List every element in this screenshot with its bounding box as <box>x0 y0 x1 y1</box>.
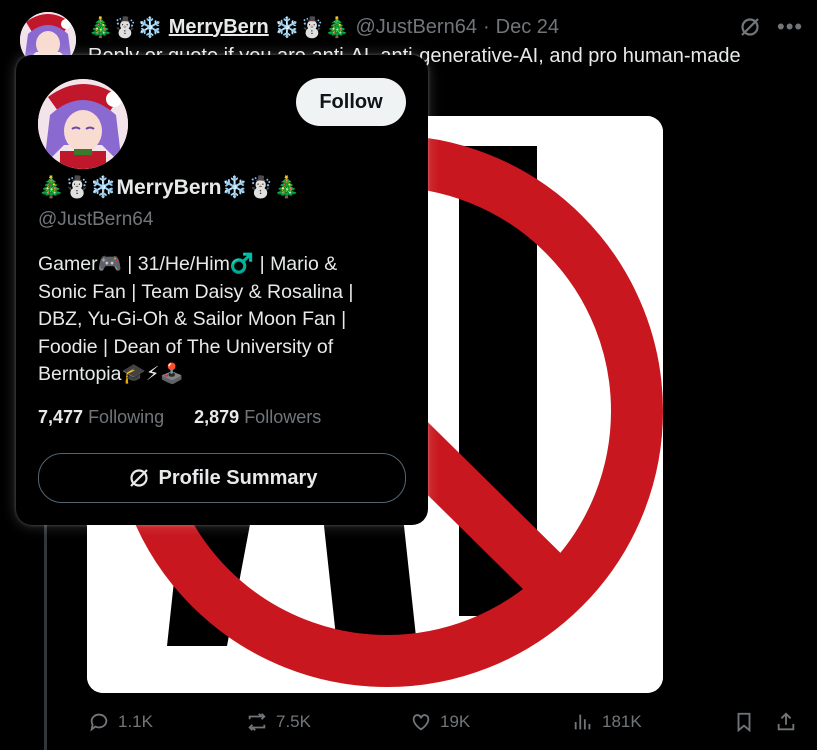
tweet-header: 🎄☃️❄️ MerryBern ❄️☃️🎄 @JustBern64 · Dec … <box>88 14 559 40</box>
following-label: Following <box>88 407 165 427</box>
follow-button[interactable]: Follow <box>296 78 406 126</box>
author-handle[interactable]: @JustBern64 <box>355 16 476 39</box>
name-emoji-left: 🎄☃️❄️ <box>88 16 163 39</box>
bio-line: Sonic Fan | Team Daisy & Rosalina | <box>38 280 354 303</box>
hover-card-bio: Gamer🎮 | 31/He/Him♂️ | Mario & Sonic Fan… <box>38 251 388 389</box>
reply-button[interactable]: 1.1K <box>88 707 153 737</box>
date-separator: · <box>482 15 490 38</box>
tweet-date[interactable]: Dec 24 <box>496 16 559 39</box>
grok-summary-icon <box>129 469 148 487</box>
views-button[interactable]: 181K <box>572 707 642 737</box>
followers-count: 2,879 <box>194 407 240 427</box>
thread-line <box>44 520 47 750</box>
following-link[interactable]: 7,477 Following <box>38 407 164 427</box>
more-icon[interactable]: ••• <box>777 16 803 38</box>
card-name-emoji-left: 🎄☃️❄️ <box>38 176 117 199</box>
bio-line: Foodie | Dean of The University of <box>38 335 334 358</box>
following-count: 7,477 <box>38 407 84 427</box>
like-count: 19K <box>440 712 471 731</box>
grok-icon[interactable] <box>738 15 762 39</box>
followers-label: Followers <box>244 407 322 427</box>
bookmark-button[interactable] <box>733 707 755 737</box>
hover-card-display-name[interactable]: MerryBern <box>116 176 221 199</box>
profile-summary-label: Profile Summary <box>158 466 318 489</box>
card-name-emoji-right: ❄️☃️🎄 <box>221 176 300 199</box>
bookmark-icon <box>737 712 751 733</box>
profile-summary-button[interactable]: Profile Summary <box>38 453 406 503</box>
bio-line: Gamer🎮 | 31/He/Him♂️ | Mario & <box>38 253 338 275</box>
hover-card-handle[interactable]: @JustBern64 <box>38 209 153 231</box>
repost-button[interactable]: 7.5K <box>246 707 311 737</box>
reply-icon <box>90 713 108 732</box>
views-count: 181K <box>602 712 642 731</box>
share-button[interactable] <box>775 707 797 737</box>
bio-line: DBZ, Yu-Gi-Oh & Sailor Moon Fan | <box>38 308 347 330</box>
like-icon <box>412 714 430 731</box>
share-icon <box>777 712 795 731</box>
repost-icon <box>248 713 266 731</box>
bio-line: Berntopia🎓⚡🕹️ <box>38 363 184 385</box>
hover-avatar-image <box>38 79 128 169</box>
like-button[interactable]: 19K <box>410 707 470 737</box>
profile-hover-card: Follow 🎄☃️❄️MerryBern❄️☃️🎄 @JustBern64 G… <box>16 55 428 525</box>
hover-card-avatar[interactable] <box>36 77 130 171</box>
name-emoji-right: ❄️☃️🎄 <box>274 16 350 39</box>
author-display-name[interactable]: MerryBern <box>169 16 269 39</box>
followers-link[interactable]: 2,879 Followers <box>194 407 321 427</box>
repost-count: 7.5K <box>276 712 311 731</box>
hover-card-stats: 7,477 Following 2,879 Followers <box>38 407 321 428</box>
views-icon <box>574 714 591 730</box>
hover-card-name-row[interactable]: 🎄☃️❄️MerryBern❄️☃️🎄 <box>38 176 300 200</box>
reply-count: 1.1K <box>118 712 153 731</box>
